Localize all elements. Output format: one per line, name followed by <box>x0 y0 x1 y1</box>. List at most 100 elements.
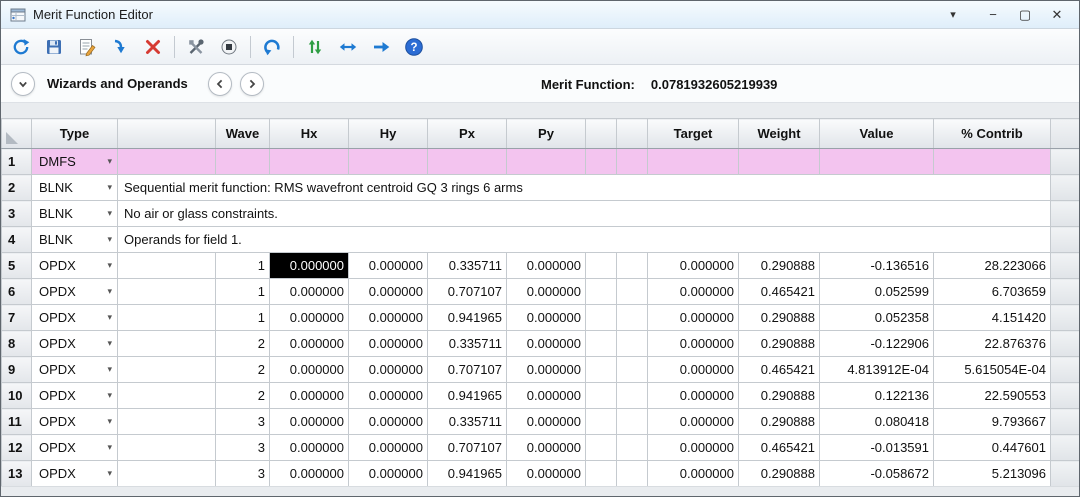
cell-target[interactable]: 0.000000 <box>647 330 739 357</box>
cell-contrib[interactable]: 6.703659 <box>933 278 1051 305</box>
cell-comment[interactable] <box>117 278 216 305</box>
operand-type-dropdown[interactable]: OPDX ▾ <box>31 278 118 305</box>
cell-py[interactable]: 0.000000 <box>506 252 586 279</box>
operand-type-dropdown[interactable]: DMFS ▾ <box>31 148 118 175</box>
cell-comment[interactable] <box>117 304 216 331</box>
cell-b2[interactable] <box>616 252 648 279</box>
cell-value[interactable] <box>819 148 934 175</box>
cell-b1[interactable] <box>585 304 617 331</box>
cell-b1[interactable] <box>585 382 617 409</box>
cell-px[interactable] <box>427 148 507 175</box>
operand-type-dropdown[interactable]: OPDX ▾ <box>31 252 118 279</box>
cell-hy[interactable]: 0.000000 <box>348 434 428 461</box>
cell-weight[interactable]: 0.290888 <box>738 252 820 279</box>
cell-target[interactable]: 0.000000 <box>647 252 739 279</box>
cell-px[interactable]: 0.707107 <box>427 356 507 383</box>
cell-weight[interactable]: 0.465421 <box>738 356 820 383</box>
col-header-contrib[interactable]: % Contrib <box>933 118 1051 149</box>
cell-py[interactable]: 0.000000 <box>506 278 586 305</box>
dropdown-caret-icon[interactable]: ▾ <box>107 390 112 401</box>
select-all-corner-icon[interactable] <box>6 132 18 144</box>
dropdown-caret-icon[interactable]: ▾ <box>107 364 112 375</box>
cell-contrib[interactable] <box>933 148 1051 175</box>
cell-px[interactable]: 0.335711 <box>427 252 507 279</box>
cell-comment[interactable] <box>117 356 216 383</box>
dropdown-caret-icon[interactable]: ▾ <box>107 312 112 323</box>
operand-type-dropdown[interactable]: OPDX ▾ <box>31 330 118 357</box>
row-number[interactable]: 12 <box>1 434 32 461</box>
row-number[interactable]: 3 <box>1 200 32 227</box>
cell-comment[interactable]: No air or glass constraints. <box>117 200 1051 227</box>
cell-hy[interactable]: 0.000000 <box>348 330 428 357</box>
window-menu-caret-icon[interactable]: ▾ <box>939 4 967 26</box>
cell-comment[interactable] <box>117 460 216 486</box>
cell-comment[interactable]: Sequential merit function: RMS wavefront… <box>117 174 1051 201</box>
cell-contrib[interactable]: 5.213096 <box>933 460 1051 486</box>
forward-arrow-icon[interactable] <box>369 35 393 59</box>
operand-type-dropdown[interactable]: BLNK ▾ <box>31 226 118 253</box>
cell-hy[interactable]: 0.000000 <box>348 382 428 409</box>
cell-contrib[interactable]: 5.615054E-04 <box>933 356 1051 383</box>
row-number[interactable]: 10 <box>1 382 32 409</box>
col-header-target[interactable]: Target <box>647 118 739 149</box>
cell-b2[interactable] <box>616 278 648 305</box>
operand-type-dropdown[interactable]: OPDX ▾ <box>31 382 118 409</box>
cell-target[interactable]: 0.000000 <box>647 460 739 486</box>
cell-value[interactable]: 0.122136 <box>819 382 934 409</box>
cell-comment[interactable] <box>117 252 216 279</box>
swap-arrows-icon[interactable] <box>303 35 327 59</box>
cell-comment[interactable] <box>117 382 216 409</box>
cell-weight[interactable]: 0.290888 <box>738 304 820 331</box>
cell-hy[interactable]: 0.000000 <box>348 408 428 435</box>
operand-type-dropdown[interactable]: OPDX ▾ <box>31 356 118 383</box>
dropdown-caret-icon[interactable]: ▾ <box>107 182 112 193</box>
refresh-icon[interactable] <box>9 35 33 59</box>
record-icon[interactable] <box>217 35 241 59</box>
cell-hx[interactable]: 0.000000 <box>269 278 349 305</box>
cell-hy[interactable] <box>348 148 428 175</box>
cell-target[interactable]: 0.000000 <box>647 304 739 331</box>
cell-value[interactable]: -0.058672 <box>819 460 934 486</box>
dropdown-caret-icon[interactable]: ▾ <box>107 416 112 427</box>
cell-px[interactable]: 0.707107 <box>427 278 507 305</box>
cell-contrib[interactable]: 9.793667 <box>933 408 1051 435</box>
cell-py[interactable] <box>506 148 586 175</box>
col-header-value[interactable]: Value <box>819 118 934 149</box>
dropdown-caret-icon[interactable]: ▾ <box>107 468 112 479</box>
cell-wave[interactable]: 2 <box>215 382 270 409</box>
cell-hy[interactable]: 0.000000 <box>348 278 428 305</box>
cell-weight[interactable] <box>738 148 820 175</box>
prev-button[interactable] <box>207 71 232 96</box>
cell-b1[interactable] <box>585 356 617 383</box>
cell-py[interactable]: 0.000000 <box>506 460 586 486</box>
cell-contrib[interactable]: 22.590553 <box>933 382 1051 409</box>
cell-px[interactable]: 0.941965 <box>427 460 507 486</box>
cell-hy[interactable]: 0.000000 <box>348 460 428 486</box>
dropdown-caret-icon[interactable]: ▾ <box>107 286 112 297</box>
row-number[interactable]: 1 <box>1 148 32 175</box>
collapse-wizards-button[interactable] <box>11 71 35 96</box>
cell-comment[interactable] <box>117 148 216 175</box>
cell-wave[interactable]: 2 <box>215 330 270 357</box>
col-header-hx[interactable]: Hx <box>269 118 349 149</box>
cell-hx[interactable]: 0.000000 <box>269 460 349 486</box>
row-number[interactable]: 4 <box>1 226 32 253</box>
cell-target[interactable] <box>647 148 739 175</box>
cell-b1[interactable] <box>585 434 617 461</box>
cell-hy[interactable]: 0.000000 <box>348 252 428 279</box>
cell-value[interactable]: -0.013591 <box>819 434 934 461</box>
cell-weight[interactable]: 0.290888 <box>738 330 820 357</box>
col-header-px[interactable]: Px <box>427 118 507 149</box>
cell-py[interactable]: 0.000000 <box>506 382 586 409</box>
cell-px[interactable]: 0.335711 <box>427 408 507 435</box>
cell-comment[interactable] <box>117 434 216 461</box>
cell-b1[interactable] <box>585 408 617 435</box>
cell-b2[interactable] <box>616 304 648 331</box>
cell-wave[interactable]: 1 <box>215 278 270 305</box>
col-header-blank[interactable] <box>616 118 648 149</box>
row-number[interactable]: 6 <box>1 278 32 305</box>
cell-wave[interactable]: 3 <box>215 408 270 435</box>
cell-contrib[interactable]: 0.447601 <box>933 434 1051 461</box>
cell-contrib[interactable]: 4.151420 <box>933 304 1051 331</box>
cell-weight[interactable]: 0.465421 <box>738 434 820 461</box>
